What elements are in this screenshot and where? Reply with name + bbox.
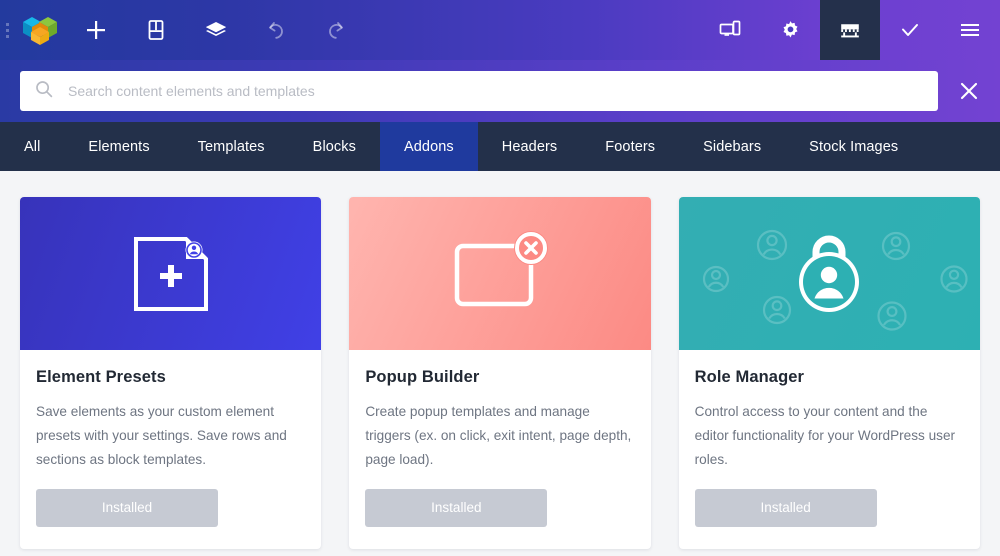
addon-card[interactable]: Element Presets Save elements as your cu… (20, 197, 322, 550)
responsive-button[interactable] (700, 0, 760, 60)
search-input[interactable] (68, 83, 924, 99)
addon-card[interactable]: Popup Builder Create popup templates and… (349, 197, 651, 550)
tab-templates[interactable]: Templates (174, 122, 289, 171)
toolbar-left-group (14, 0, 366, 60)
card-title: Role Manager (694, 368, 805, 386)
card-description: Save elements as your custom element pre… (36, 404, 287, 467)
add-element-button[interactable] (66, 0, 126, 60)
tab-blocks[interactable]: Blocks (289, 122, 380, 171)
addon-card[interactable]: Role Manager Control access to your cont… (678, 197, 980, 550)
undo-icon (269, 22, 283, 39)
redo-button[interactable] (306, 0, 366, 60)
menu-button[interactable] (940, 0, 1000, 60)
save-button[interactable] (880, 0, 940, 60)
install-button[interactable]: Installed (365, 489, 548, 528)
settings-button[interactable] (760, 0, 820, 60)
tab-all[interactable]: All (0, 122, 64, 171)
tab-elements[interactable]: Elements (64, 122, 173, 171)
lock-user-icon (799, 235, 860, 312)
check-icon (902, 24, 918, 36)
card-title: Element Presets (36, 368, 166, 386)
store-icon (841, 24, 859, 38)
layout-button[interactable] (126, 0, 186, 60)
card-artwork (678, 197, 980, 350)
drag-handle[interactable] (0, 0, 14, 60)
drag-dot (5, 22, 9, 26)
store-button[interactable] (820, 0, 880, 60)
addon-card-grid: Element Presets Save elements as your cu… (0, 171, 1000, 550)
tab-headers[interactable]: Headers (478, 122, 582, 171)
tab-stock-images[interactable]: Stock Images (785, 122, 922, 171)
search-icon (34, 79, 54, 104)
builder-store-panel: All Elements Templates Blocks Addons Hea… (0, 0, 1000, 556)
plus-icon (87, 21, 105, 39)
undo-button[interactable] (246, 0, 306, 60)
tab-footers[interactable]: Footers (581, 122, 679, 171)
search-bar (0, 60, 1000, 122)
card-artwork (20, 197, 322, 350)
card-body: Element Presets Save elements as your cu… (20, 350, 321, 549)
close-panel-button[interactable] (938, 80, 1000, 102)
top-toolbar (0, 0, 1000, 60)
tab-addons[interactable]: Addons (379, 122, 478, 171)
responsive-devices-icon (719, 20, 741, 36)
install-button[interactable]: Installed (36, 489, 218, 528)
close-icon (960, 82, 978, 100)
redo-icon (329, 22, 343, 39)
page-with-plus-icon (133, 236, 208, 311)
drag-dot (5, 34, 9, 38)
card-description: Create popup templates and manage trigge… (365, 404, 632, 467)
card-title: Popup Builder (365, 368, 480, 386)
drag-dot (5, 28, 9, 32)
builder-logo-icon (23, 17, 57, 45)
tab-sidebars[interactable]: Sidebars (679, 122, 785, 171)
gear-icon (783, 20, 797, 37)
install-button[interactable]: Installed (694, 489, 877, 528)
layers-button[interactable] (186, 0, 246, 60)
search-field[interactable] (20, 71, 938, 111)
category-tabs: All Elements Templates Blocks Addons Hea… (0, 122, 1000, 171)
layout-icon (148, 20, 164, 40)
hamburger-icon (961, 24, 979, 36)
layers-icon (206, 22, 226, 36)
card-description: Control access to your content and the e… (694, 404, 956, 467)
popup-window-close-icon (454, 230, 548, 306)
card-artwork (349, 197, 651, 350)
builder-logo[interactable] (14, 0, 66, 60)
card-body: Role Manager Control access to your cont… (679, 350, 980, 549)
toolbar-right-group (700, 0, 1000, 60)
card-body: Popup Builder Create popup templates and… (349, 350, 650, 549)
